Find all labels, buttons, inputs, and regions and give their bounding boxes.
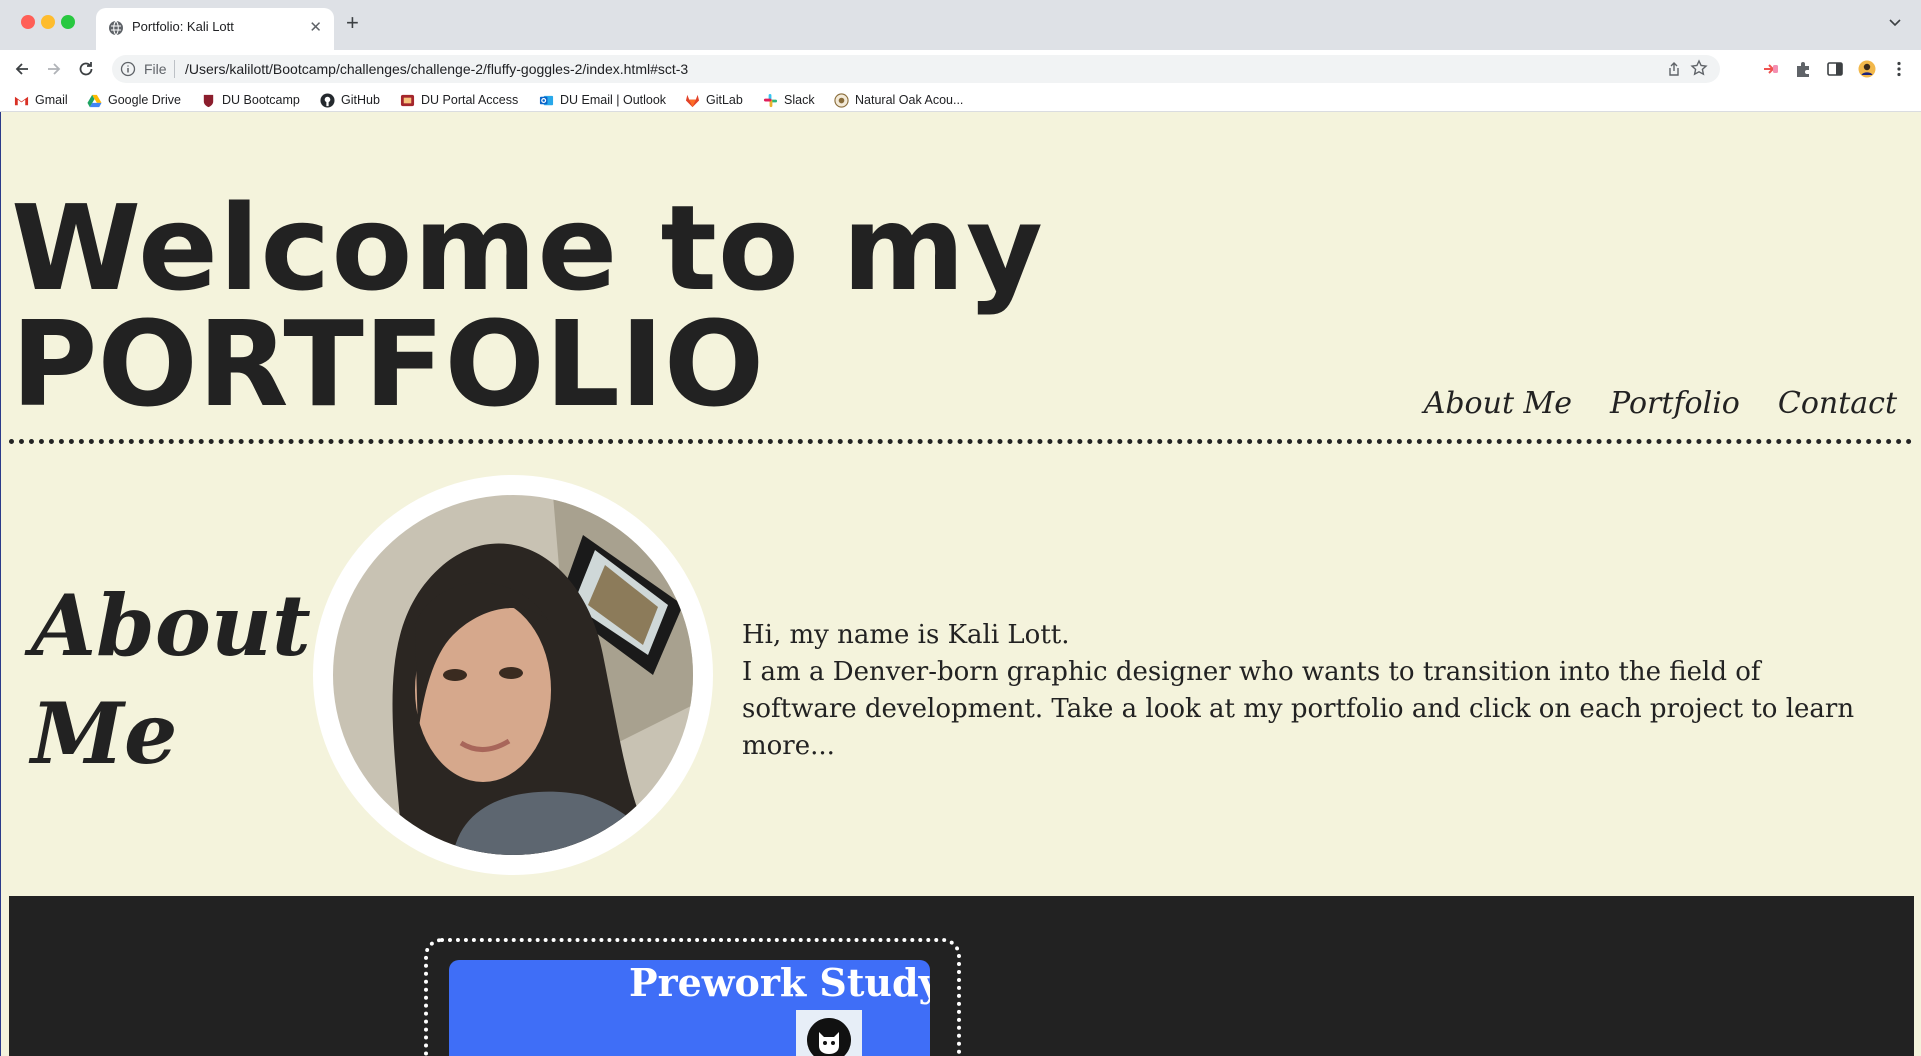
reload-icon[interactable]	[76, 59, 96, 79]
globe-icon	[109, 20, 123, 36]
bookmark-du-email[interactable]: DU Email | Outlook	[539, 90, 666, 110]
about-intro: Hi, my name is Kali Lott.	[742, 620, 1070, 650]
google-drive-icon	[87, 94, 102, 107]
forward-arrow-icon[interactable]	[44, 59, 64, 79]
outlook-icon	[539, 95, 554, 105]
nav-contact[interactable]: Contact	[1778, 386, 1897, 421]
more-menu-icon[interactable]	[1890, 60, 1908, 78]
url-text[interactable]: /Users/kalilott/Bootcamp/challenges/chal…	[185, 61, 688, 77]
bookmark-star-icon[interactable]	[1690, 59, 1708, 77]
bookmark-du-portal[interactable]: DU Portal Access	[400, 90, 518, 110]
new-tab-button[interactable]: +	[346, 12, 359, 34]
profile-avatar-icon[interactable]	[1858, 60, 1876, 78]
info-icon[interactable]	[120, 61, 136, 77]
bookmark-gmail[interactable]: Gmail	[14, 90, 68, 110]
page-title: Welcome to my PORTFOLIO	[11, 189, 1044, 423]
share-icon[interactable]	[1666, 61, 1682, 77]
extension-icon[interactable]	[1762, 60, 1780, 78]
bookmark-du-bootcamp[interactable]: DU Bootcamp	[201, 90, 300, 110]
title-line-2: PORTFOLIO	[11, 295, 765, 433]
nav-about-me[interactable]: About Me	[1424, 386, 1572, 421]
bookmark-github[interactable]: GitHub	[320, 90, 380, 110]
browser-tab-strip: Portfolio: Kali Lott ✕ +	[0, 0, 1921, 50]
back-arrow-icon[interactable]	[12, 59, 32, 79]
gitlab-icon	[685, 94, 700, 107]
nav-portfolio[interactable]: Portfolio	[1610, 386, 1740, 421]
project-card[interactable]: Prework Study G	[449, 960, 930, 1056]
minimize-window-button[interactable]	[41, 15, 55, 29]
side-panel-icon[interactable]	[1826, 60, 1844, 78]
du-shield-icon	[203, 94, 214, 107]
project-card-title: Prework Study G	[629, 960, 930, 1005]
browser-tab[interactable]: Portfolio: Kali Lott ✕	[96, 8, 334, 50]
portfolio-section: Prework Study G	[9, 896, 1914, 1056]
header-divider	[9, 439, 1913, 444]
slack-icon	[763, 93, 778, 107]
puzzle-extensions-icon[interactable]	[1794, 60, 1812, 78]
bookmarks-bar: Gmail Google Drive DU Bootcamp GitHub DU…	[0, 88, 1921, 112]
close-tab-icon[interactable]: ✕	[309, 18, 322, 36]
bookmark-gitlab[interactable]: GitLab	[685, 90, 743, 110]
chevron-down-icon[interactable]	[1887, 14, 1903, 30]
du-portal-icon	[400, 94, 415, 106]
main-nav: About Me Portfolio Contact	[1424, 386, 1897, 421]
browser-toolbar: File /Users/kalilott/Bootcamp/challenges…	[0, 50, 1921, 88]
about-heading: About Me	[31, 576, 311, 783]
github-icon	[320, 92, 335, 108]
bookmark-slack[interactable]: Slack	[763, 90, 815, 110]
address-bar[interactable]: File /Users/kalilott/Bootcamp/challenges…	[112, 55, 1720, 83]
bookmark-google-drive[interactable]: Google Drive	[87, 90, 181, 110]
site-icon	[834, 92, 849, 108]
url-scheme-label: File	[144, 61, 167, 77]
maximize-window-button[interactable]	[61, 15, 75, 29]
tab-title: Portfolio: Kali Lott	[132, 19, 234, 34]
gmail-icon	[14, 96, 29, 105]
profile-photo	[333, 495, 693, 855]
bookmark-natural-oak[interactable]: Natural Oak Acou...	[834, 90, 963, 110]
profile-photo-frame	[313, 475, 713, 875]
project-card-frame[interactable]: Prework Study G	[424, 938, 961, 1056]
about-description: Hi, my name is Kali Lott. I am a Denver-…	[742, 617, 1872, 765]
url-separator	[174, 60, 175, 78]
about-body: I am a Denver-born graphic designer who …	[742, 657, 1855, 761]
project-thumbnail	[796, 1010, 862, 1056]
close-window-button[interactable]	[21, 15, 35, 29]
page-viewport: Welcome to my PORTFOLIO About Me Portfol…	[0, 112, 1921, 1056]
cat-logo-icon	[807, 1018, 851, 1056]
